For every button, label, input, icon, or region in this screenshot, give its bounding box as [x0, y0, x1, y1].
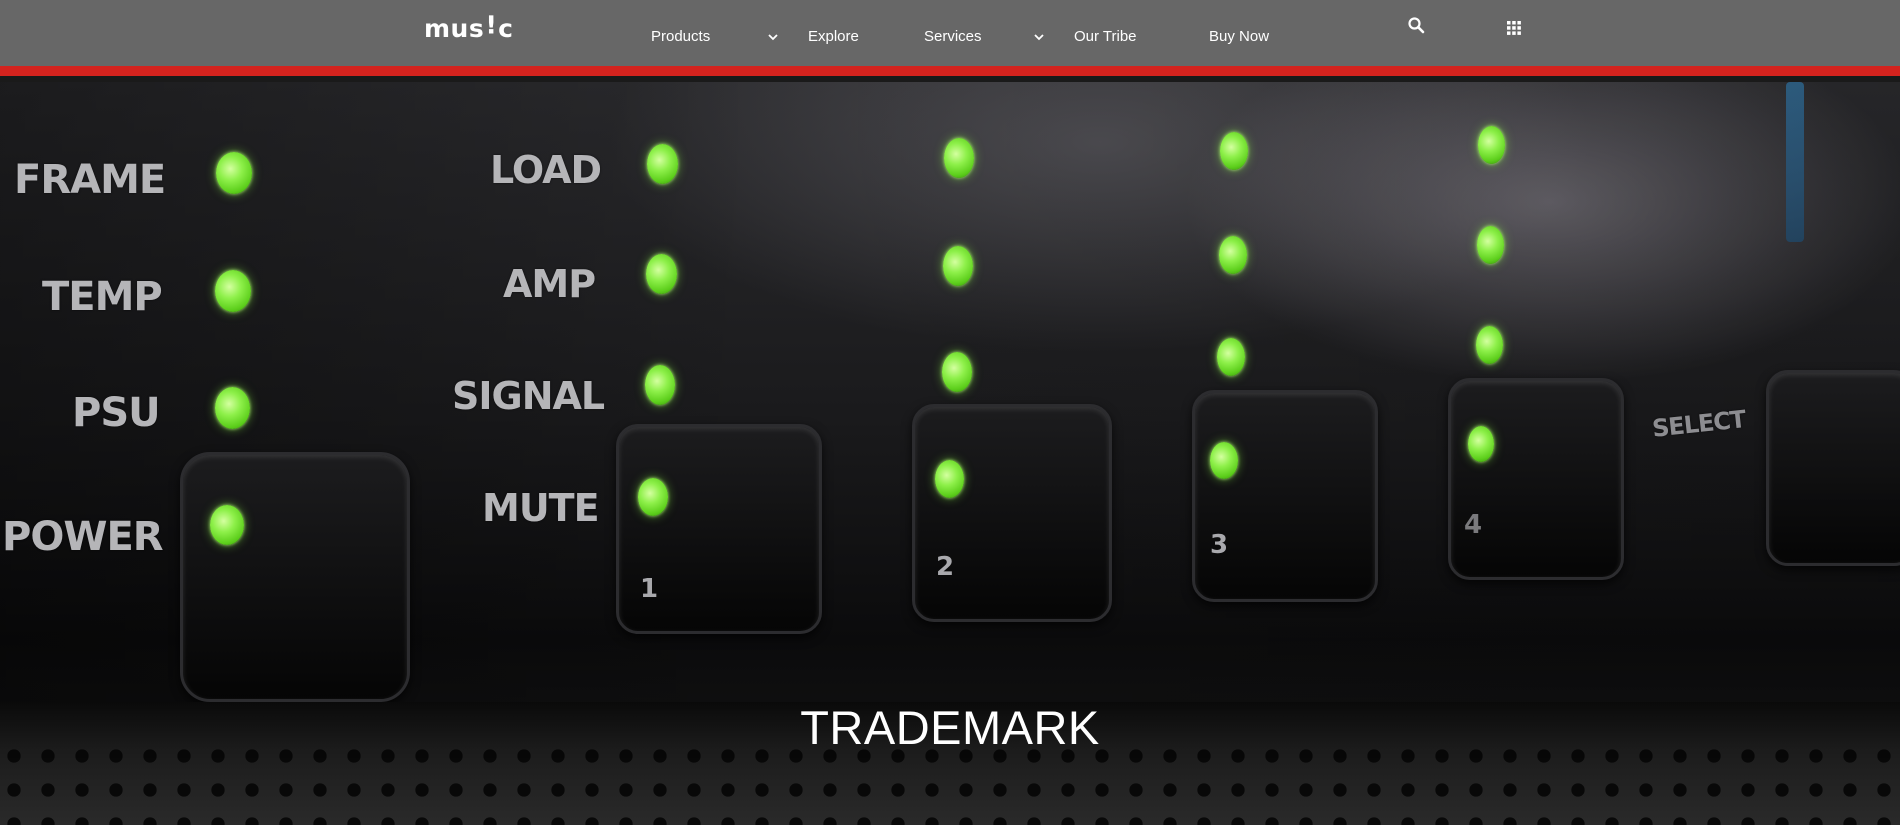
select-button: [1766, 370, 1900, 566]
chevron-down-icon[interactable]: [1032, 30, 1046, 44]
led-ch1-amp: [646, 254, 677, 294]
channel-2-button: [912, 404, 1112, 622]
panel-label-power: POWER: [2, 514, 164, 560]
led-ch1-signal: [645, 365, 675, 405]
nav-item-explore[interactable]: Explore: [808, 26, 859, 48]
led-ch2-load: [944, 138, 974, 178]
site-logo[interactable]: mus ¡ c: [424, 14, 514, 43]
nav-accent-stripe: [0, 66, 1900, 76]
hero-blue-accent: [1786, 82, 1804, 242]
panel-label-psu: PSU: [72, 390, 161, 436]
panel-label-frame: FRAME: [14, 157, 166, 203]
nav-item-buy-now[interactable]: Buy Now: [1209, 26, 1269, 48]
apps-grid-icon[interactable]: [1506, 20, 1522, 36]
led-ch1-load: [647, 144, 678, 184]
channel-number-3: 3: [1210, 530, 1229, 560]
led-frame: [216, 152, 252, 194]
nav-divider: [0, 76, 1900, 82]
led-ch4-amp: [1477, 226, 1504, 264]
top-navigation-bar: mus ¡ c Products Explore Services Our Trib…: [0, 0, 1900, 66]
logo-text-part: mus: [424, 14, 485, 43]
led-ch3-amp: [1219, 236, 1247, 274]
search-icon[interactable]: [1407, 16, 1425, 34]
led-psu: [215, 387, 250, 429]
channel-number-1: 1: [640, 574, 659, 604]
panel-label-signal: SIGNAL: [452, 374, 605, 418]
panel-label-load: LOAD: [490, 148, 602, 192]
led-ch2-signal: [942, 352, 972, 392]
led-ch4-signal: [1476, 326, 1503, 364]
nav-item-services[interactable]: Services: [924, 26, 982, 48]
led-ch4-load: [1478, 126, 1505, 164]
led-ch4-mute: [1468, 426, 1494, 462]
logo-inverted-exclamation: ¡: [485, 14, 498, 43]
logo-text-part: c: [498, 14, 514, 43]
nav-item-products[interactable]: Products: [651, 26, 710, 48]
power-button: [180, 452, 410, 702]
panel-label-amp: AMP: [503, 262, 596, 306]
led-ch2-amp: [943, 246, 973, 286]
led-ch3-mute: [1210, 442, 1238, 479]
led-ch3-signal: [1217, 338, 1245, 376]
hero-title: TRADEMARK: [800, 701, 1100, 754]
led-ch3-load: [1220, 132, 1248, 170]
panel-label-mute: MUTE: [482, 486, 600, 530]
led-temp: [215, 270, 251, 312]
panel-label-temp: TEMP: [42, 274, 163, 320]
led-ch1-mute: [638, 478, 668, 516]
led-power: [210, 505, 244, 545]
nav-item-our-tribe[interactable]: Our Tribe: [1074, 26, 1137, 48]
chevron-down-icon[interactable]: [766, 30, 780, 44]
channel-3-button: [1192, 390, 1378, 602]
channel-number-4: 4: [1464, 510, 1483, 540]
channel-4-button: [1448, 378, 1624, 580]
channel-number-2: 2: [936, 552, 955, 582]
led-ch2-mute: [935, 460, 964, 498]
